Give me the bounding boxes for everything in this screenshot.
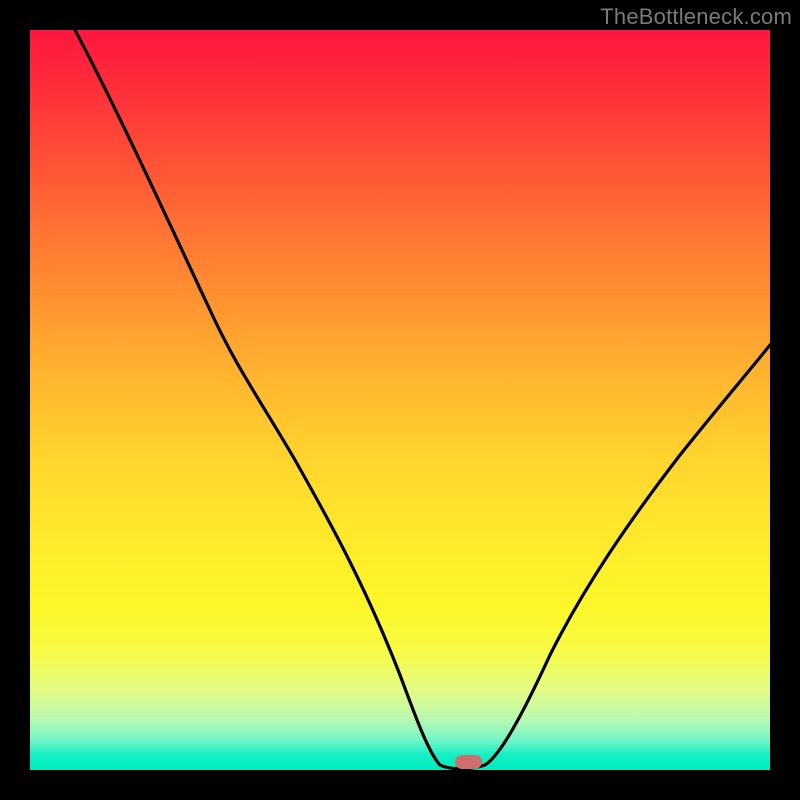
bottleneck-curve — [30, 30, 770, 770]
optimum-marker — [455, 755, 482, 769]
plot-area — [30, 30, 770, 770]
watermark-text: TheBottleneck.com — [600, 4, 792, 30]
chart-frame: TheBottleneck.com — [0, 0, 800, 800]
curve-path — [75, 30, 770, 769]
